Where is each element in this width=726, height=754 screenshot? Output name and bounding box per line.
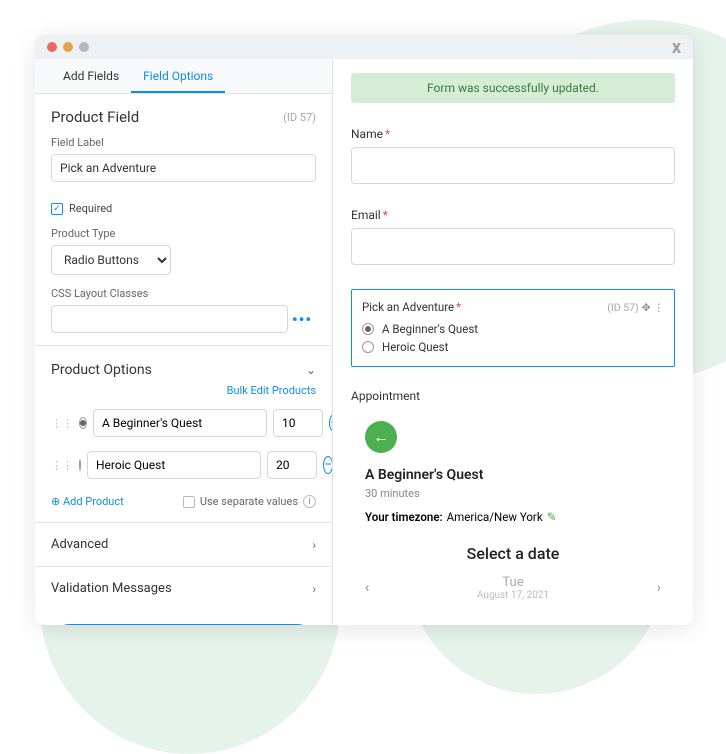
css-layout-caption: CSS Layout Classes [51,287,316,300]
name-input[interactable] [351,147,675,184]
advanced-label: Advanced [51,537,108,552]
validation-toggle[interactable]: Validation Messages › [35,566,332,610]
bulk-edit-link[interactable]: Bulk Edit Products [35,384,332,405]
radio-option[interactable]: Heroic Quest [362,338,664,356]
option-name-input[interactable] [93,409,267,437]
quest-duration: 30 minutes [365,487,675,500]
sidebar: Add Fields Field Options Product Field (… [35,59,333,625]
info-icon[interactable]: i [303,495,316,508]
option-row: ⋮⋮ − [35,447,332,489]
option-radio[interactable] [79,459,81,471]
appointment-label: Appointment [351,389,675,403]
tab-field-options[interactable]: Field Options [131,59,225,93]
required-checkbox[interactable]: ✓ Required [35,194,332,227]
chevron-right-icon: › [312,582,316,596]
tab-add-fields[interactable]: Add Fields [51,59,131,93]
field-label-input[interactable] [51,154,316,182]
section-title: Product Field [51,108,139,126]
select-date-heading: Select a date [351,544,675,563]
drag-handle-icon[interactable]: ⋮⋮ [51,417,73,430]
minimize-dot[interactable] [63,42,73,52]
product-type-select[interactable]: Radio Buttons [51,245,171,275]
field-label-caption: Field Label [51,136,316,149]
adventure-id: (ID 57) [607,301,638,314]
name-label: Name* [351,127,675,141]
next-date-button[interactable]: › [657,580,661,596]
timezone-label: Your timezone: [365,510,443,524]
css-layout-input[interactable] [51,305,288,333]
date-day: Tue [477,575,549,590]
field-id-label: (ID 57) [283,111,316,124]
preview-panel: Form was successfully updated. Name* Ema… [333,59,693,625]
radio-selected-icon [362,323,374,335]
advanced-toggle[interactable]: Advanced › [35,522,332,566]
separate-values-checkbox[interactable]: Use separate values i [183,495,316,508]
back-button[interactable]: ← [365,421,397,453]
date-full: August 17, 2021 [477,590,549,601]
product-options-title: Product Options [51,362,152,378]
edit-pencil-icon[interactable]: ✎ [547,510,557,524]
close-icon[interactable]: x [672,37,681,58]
kebab-menu-icon[interactable]: ⋮ [654,301,665,314]
radio-label: Heroic Quest [382,340,448,354]
radio-option[interactable]: A Beginner's Quest [362,320,664,338]
email-input[interactable] [351,228,675,265]
radio-icon [362,341,374,353]
add-conditional-logic-button[interactable]: ⇅ Add Conditional Logic [51,624,316,625]
email-label: Email* [351,208,675,222]
success-banner: Form was successfully updated. [351,73,675,103]
prev-date-button[interactable]: ‹ [365,580,369,596]
validation-label: Validation Messages [51,581,172,596]
drag-handle-icon[interactable]: ⋮⋮ [51,459,73,472]
add-product-link[interactable]: ⊕ Add Product [51,495,124,508]
product-options-toggle[interactable]: Product Options ⌄ [35,345,332,384]
window-controls [47,42,89,52]
tabs: Add Fields Field Options [35,59,332,94]
css-options-icon[interactable]: ••• [288,310,316,329]
close-dot[interactable] [47,42,57,52]
radio-label: A Beginner's Quest [382,322,478,336]
option-price-input[interactable] [273,409,323,437]
move-icon[interactable]: ✥ [642,301,651,314]
option-price-input[interactable] [267,451,317,479]
option-radio-selected[interactable] [79,417,87,429]
app-window: x Add Fields Field Options Product Field… [35,35,693,625]
checkmark-icon: ✓ [51,203,63,215]
titlebar: x [35,35,693,59]
maximize-dot[interactable] [79,42,89,52]
adventure-label: Pick an Adventure [362,300,454,314]
required-label: Required [69,202,112,215]
checkbox-empty-icon [183,496,195,508]
product-type-caption: Product Type [51,227,316,240]
chevron-right-icon: › [312,538,316,552]
chevron-down-icon: ⌄ [306,363,316,377]
separate-values-label: Use separate values [200,495,298,508]
remove-option-icon[interactable]: − [323,456,333,474]
quest-title: A Beginner's Quest [365,467,675,483]
adventure-field-box[interactable]: Pick an Adventure* (ID 57) ✥ ⋮ A Beginne… [351,289,675,367]
option-row: ⋮⋮ − [35,405,332,447]
timezone-value: America/New York [447,510,543,524]
option-name-input[interactable] [87,451,261,479]
